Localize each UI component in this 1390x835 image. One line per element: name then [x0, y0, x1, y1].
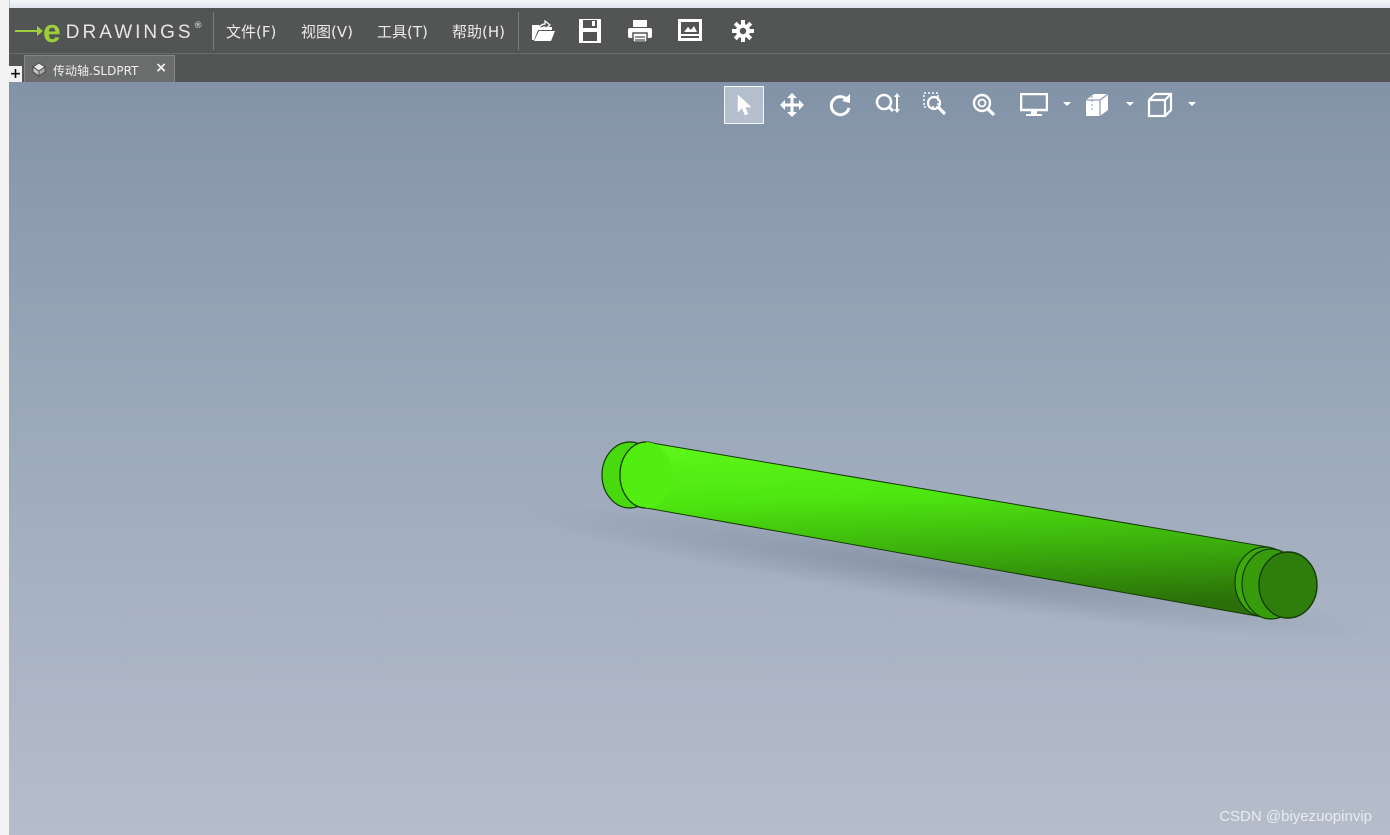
publish-icon — [678, 19, 702, 41]
menu-view[interactable]: 视图(V) — [301, 21, 353, 42]
menu-help[interactable]: 帮助(H) — [452, 21, 505, 42]
model-viewport[interactable]: CSDN @biyezuopinvip — [9, 82, 1390, 835]
logo-arrow-icon — [15, 26, 43, 36]
menu-bar: e DRAWINGS ® 文件(F) 视图(V) 工具(T) 帮助(H) — [9, 8, 1390, 54]
settings-button[interactable] — [728, 16, 758, 46]
logo-registered: ® — [193, 21, 203, 31]
save-button[interactable] — [575, 16, 605, 46]
menu-separator — [518, 12, 519, 50]
window-top-edge — [0, 0, 1390, 8]
save-icon — [579, 19, 601, 43]
open-icon — [532, 19, 555, 41]
edrawings-logo: e DRAWINGS ® — [15, 14, 211, 48]
shaft-model[interactable] — [9, 82, 1390, 835]
document-tab-bar: + 传动轴.SLDPRT × — [9, 54, 1390, 83]
logo-letter: e — [43, 13, 61, 49]
publish-button[interactable] — [675, 16, 705, 46]
print-icon — [628, 20, 652, 43]
settings-icon — [732, 20, 754, 42]
watermark: CSDN @biyezuopinvip — [1219, 808, 1372, 825]
part-icon — [32, 62, 46, 77]
tab-document[interactable]: 传动轴.SLDPRT × — [24, 55, 175, 83]
logo-text: DRAWINGS — [65, 22, 194, 43]
print-button[interactable] — [625, 16, 655, 46]
menu-tools[interactable]: 工具(T) — [377, 21, 428, 42]
menu-file[interactable]: 文件(F) — [226, 21, 276, 42]
menu-separator — [213, 12, 214, 50]
tab-document-label: 传动轴.SLDPRT — [53, 64, 139, 78]
tab-close-button[interactable]: × — [155, 60, 167, 76]
new-tab-button[interactable]: + — [9, 66, 22, 82]
open-button[interactable] — [528, 16, 558, 46]
